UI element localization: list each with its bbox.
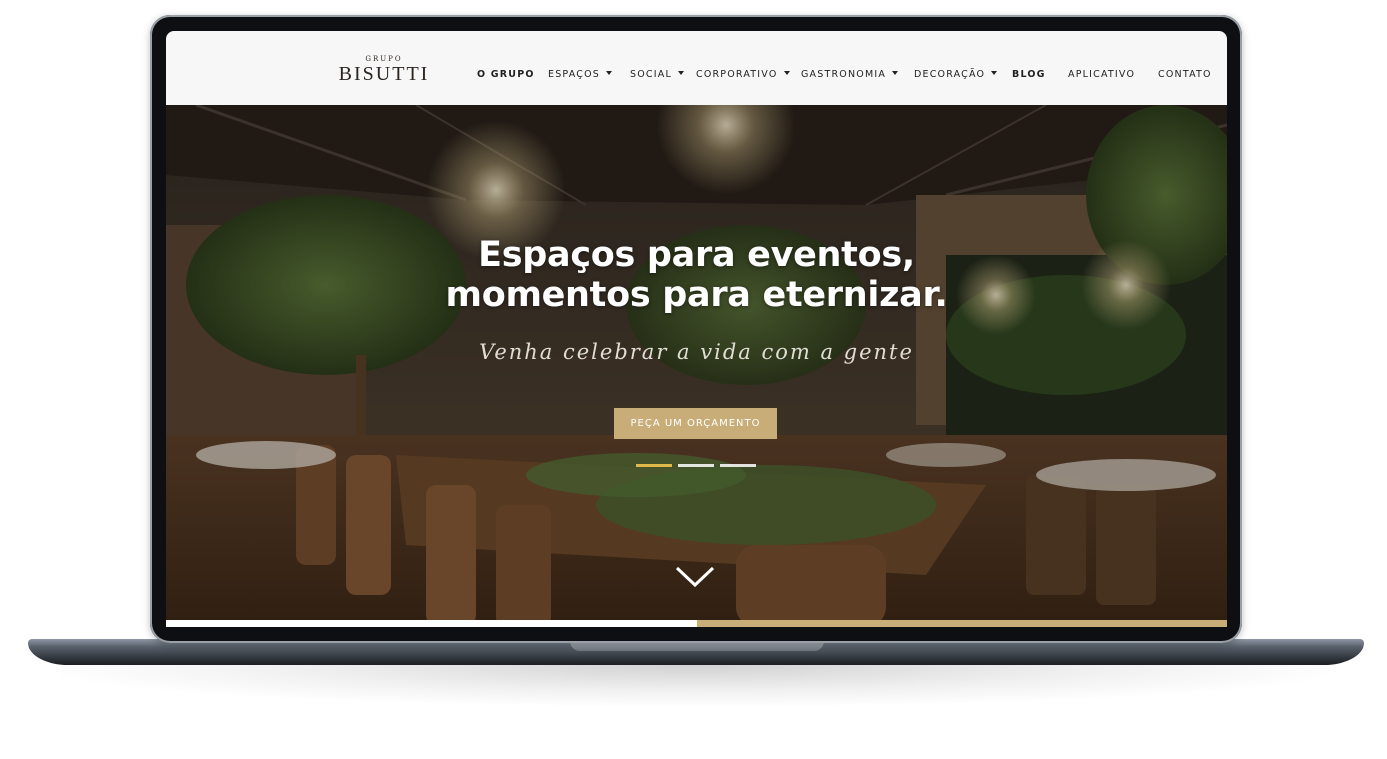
nav-item-label: O GRUPO <box>477 69 535 80</box>
laptop-shadow <box>60 665 1330 705</box>
hero-section: Espaços para eventos, momentos para eter… <box>166 105 1227 627</box>
main-nav: O GRUPO ESPAÇOS SOCIAL CORPORATIVO GASTRONOM… <box>166 69 1227 83</box>
hero-title: Espaços para eventos, momentos para eter… <box>166 235 1227 315</box>
hero-title-line1: Espaços para eventos, <box>478 235 915 275</box>
laptop-mockup: GRUPO BISUTTI O GRUPO ESPAÇOS SOCIAL CORPOR… <box>0 0 1387 759</box>
slide-progress-bar <box>166 620 1227 627</box>
logo-top-text: GRUPO <box>365 55 403 63</box>
caret-down-icon <box>606 71 613 75</box>
caret-down-icon <box>991 71 998 75</box>
website-screen: GRUPO BISUTTI O GRUPO ESPAÇOS SOCIAL CORPOR… <box>166 31 1227 627</box>
nav-item-label: ESPAÇOS <box>548 69 601 80</box>
hero-script-tagline: Venha celebrar a vida com a gente <box>479 340 914 364</box>
nav-item-label: CONTATO <box>1158 69 1212 80</box>
nav-item-label: BLOG <box>1012 69 1046 80</box>
nav-item-decoracao[interactable]: DECORAÇÃO <box>914 69 998 80</box>
nav-item-label: CORPORATIVO <box>696 69 778 80</box>
slider-dot[interactable] <box>678 464 714 467</box>
nav-item-o-grupo[interactable]: O GRUPO <box>477 69 535 80</box>
caret-down-icon <box>783 71 790 75</box>
nav-item-label: APLICATIVO <box>1068 69 1136 80</box>
slider-dots <box>636 464 756 467</box>
nav-item-espacos[interactable]: ESPAÇOS <box>548 69 613 80</box>
caret-down-icon <box>677 71 684 75</box>
chevron-down-icon[interactable] <box>675 565 715 589</box>
nav-item-gastronomia[interactable]: GASTRONOMIA <box>801 69 899 80</box>
nav-item-label: DECORAÇÃO <box>914 69 986 80</box>
slider-dot[interactable] <box>720 464 756 467</box>
nav-item-contato[interactable]: CONTATO <box>1158 69 1212 80</box>
nav-item-aplicativo[interactable]: APLICATIVO <box>1068 69 1135 80</box>
nav-item-label: SOCIAL <box>630 69 672 80</box>
slide-progress-fill <box>697 620 1227 627</box>
hero-overlay <box>166 105 1227 627</box>
hero-title-line2: momentos para eternizar. <box>445 275 948 315</box>
slider-dot[interactable] <box>636 464 672 467</box>
nav-item-blog[interactable]: BLOG <box>1012 69 1046 80</box>
nav-item-social[interactable]: SOCIAL <box>630 69 684 80</box>
request-quote-button[interactable]: PEÇA UM ORÇAMENTO <box>614 408 777 439</box>
nav-item-corporativo[interactable]: CORPORATIVO <box>696 69 790 80</box>
site-header: GRUPO BISUTTI O GRUPO ESPAÇOS SOCIAL CORPOR… <box>166 31 1227 105</box>
caret-down-icon <box>892 71 899 75</box>
nav-item-label: GASTRONOMIA <box>801 69 887 80</box>
